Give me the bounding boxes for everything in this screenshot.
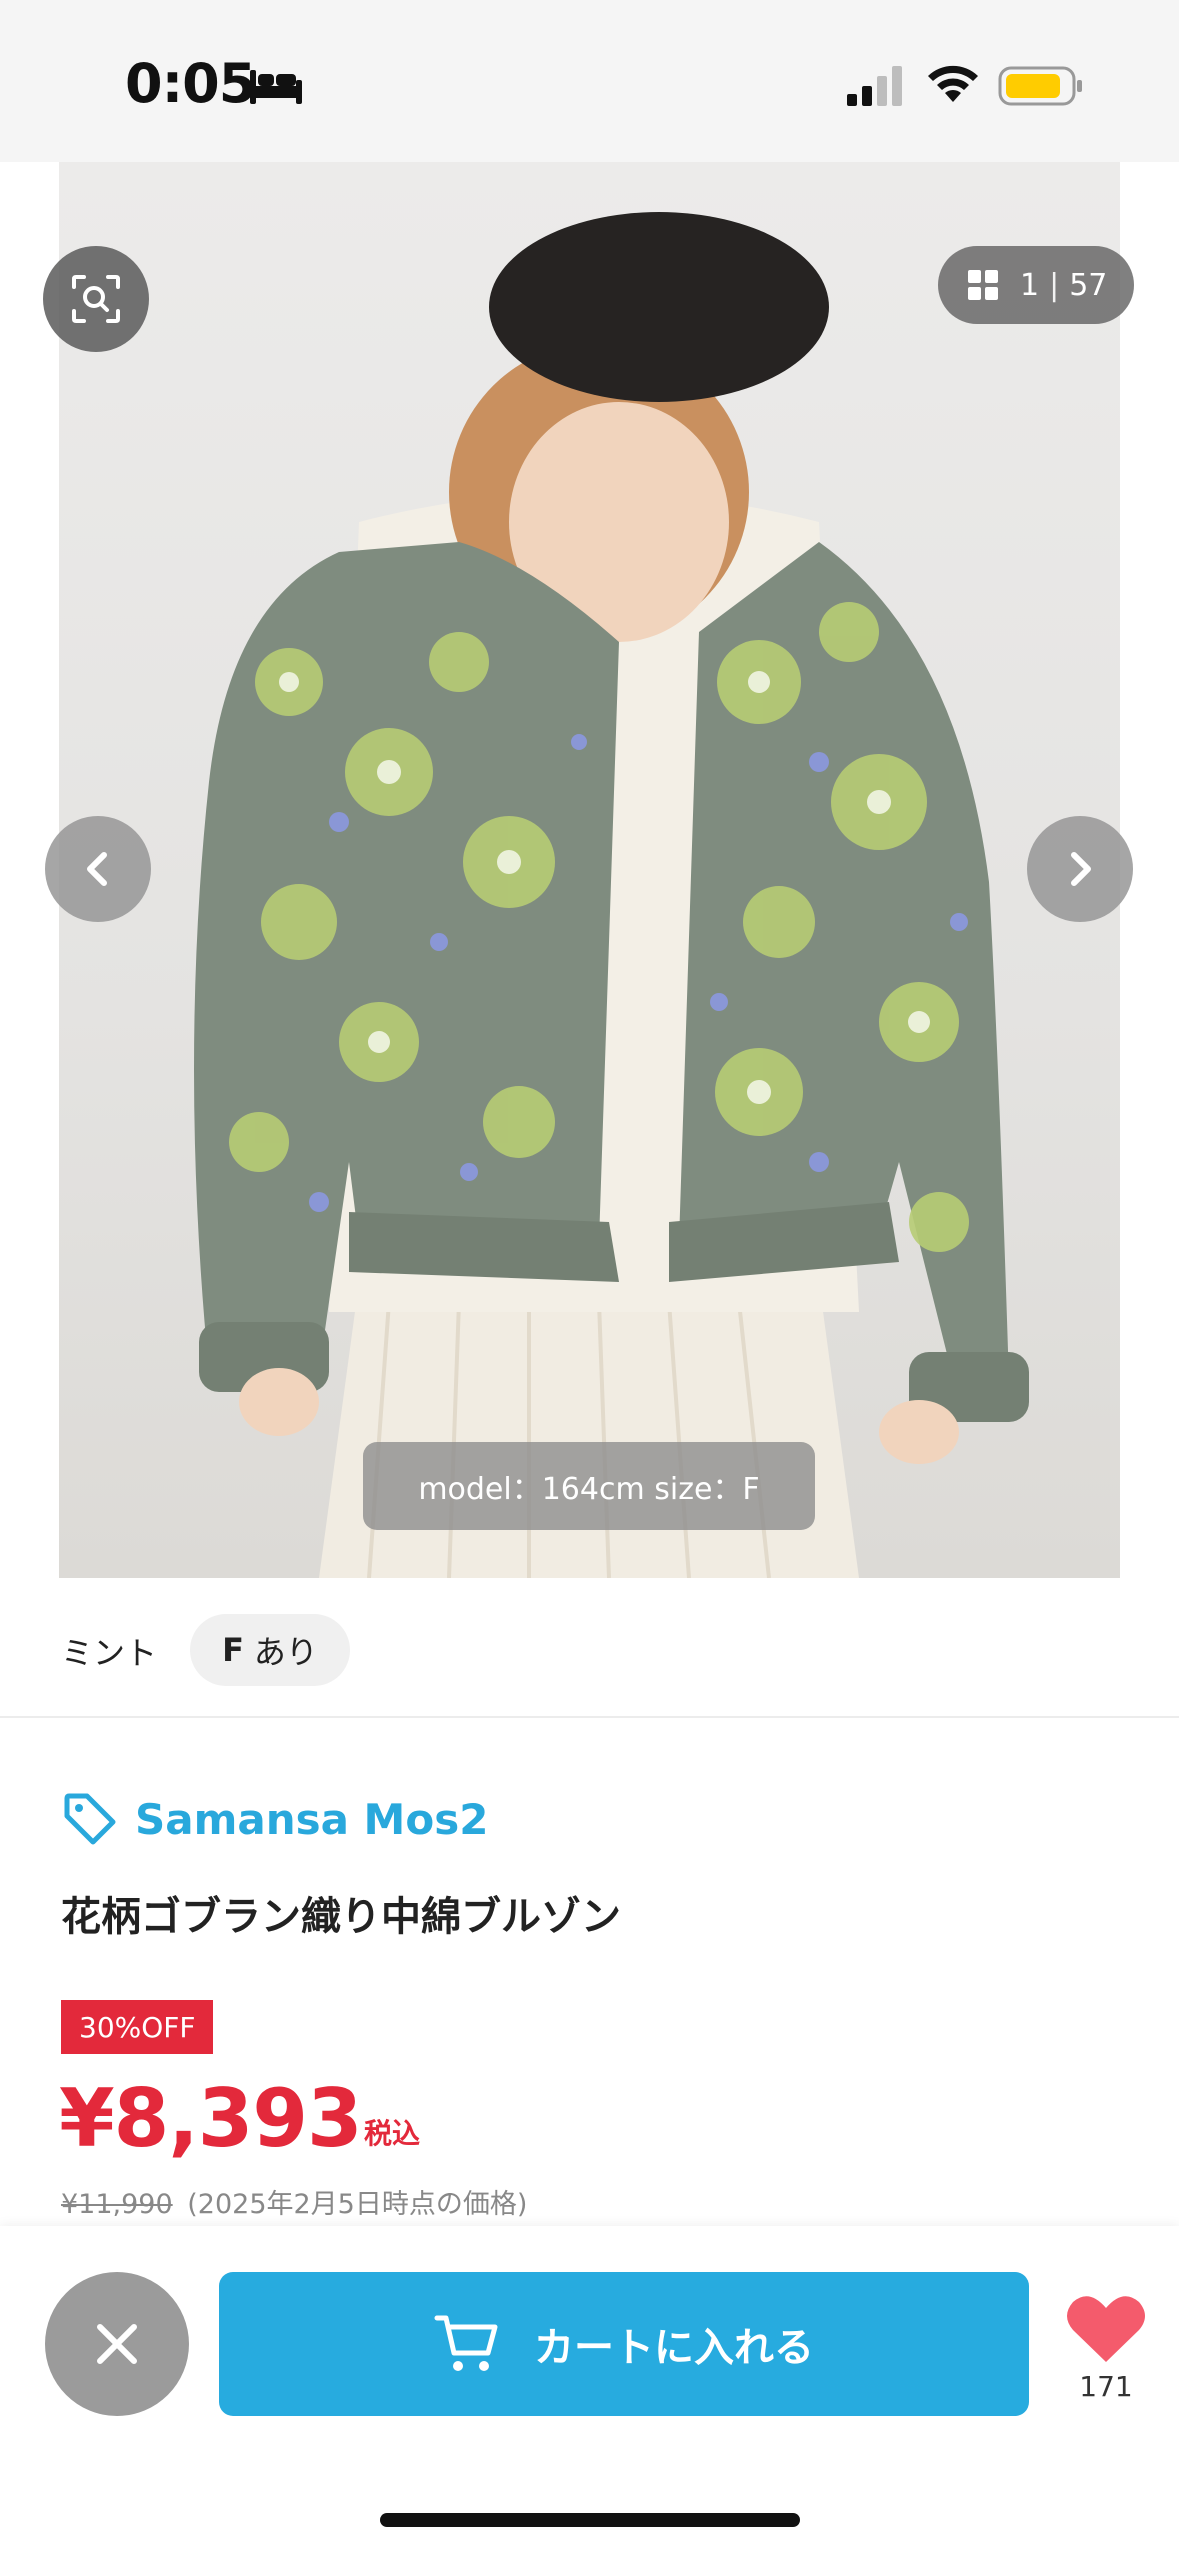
add-to-cart-label: カートに入れる <box>534 2325 814 2371</box>
product-photo[interactable] <box>59 162 1120 1578</box>
image-counter-total: 57 <box>1069 267 1108 303</box>
status-bar: 0:05 <box>0 0 1179 162</box>
next-image-button[interactable] <box>1027 816 1133 922</box>
image-counter[interactable]: 1 | 57 <box>938 246 1134 324</box>
status-time: 0:05 <box>125 52 256 115</box>
reference-price: ¥11,990 (2025年2月5日時点の価格) <box>61 2182 527 2221</box>
cellular-signal-icon <box>847 66 902 106</box>
bottom-action-bar: カートに入れる 171 <box>0 2226 1179 2556</box>
cart-icon <box>434 2315 498 2371</box>
bed-icon <box>250 70 302 104</box>
grid-icon <box>968 270 998 300</box>
model-size-caption: model：164cm size：F <box>363 1442 815 1530</box>
stock-status: あり <box>253 1633 318 1671</box>
product-image-gallery[interactable]: 1 | 57 model：164cm size：F <box>0 162 1179 1578</box>
image-search-button[interactable] <box>43 246 149 352</box>
chevron-left-icon <box>87 852 107 886</box>
home-indicator <box>380 2513 800 2527</box>
add-to-cart-button[interactable]: カートに入れる <box>219 2272 1029 2416</box>
tax-label: 税込 <box>364 2117 421 2150</box>
price-note: (2025年2月5日時点の価格) <box>187 2189 528 2220</box>
close-button[interactable] <box>45 2272 189 2416</box>
previous-image-button[interactable] <box>45 816 151 922</box>
color-name: ミント <box>61 1634 158 1672</box>
product-title: 花柄ゴブラン織り中綿ブルゾン <box>61 1894 621 1940</box>
variant-row: ミント F あり <box>0 1578 1179 1718</box>
close-icon <box>97 2324 137 2364</box>
heart-icon <box>1067 2296 1145 2362</box>
tag-icon <box>64 1793 116 1845</box>
image-counter-separator: | <box>1049 267 1060 303</box>
favorite-count: 171 <box>1079 2370 1133 2403</box>
size-chip[interactable]: F あり <box>190 1614 350 1686</box>
sale-price: ¥8,393 <box>59 2072 363 2165</box>
size-label: F <box>222 1631 244 1669</box>
battery-icon <box>998 66 1082 106</box>
brand-link[interactable]: Samansa Mos2 <box>61 1790 488 1848</box>
original-price: ¥11,990 <box>61 2189 173 2220</box>
brand-name: Samansa Mos2 <box>135 1794 489 1844</box>
discount-badge: 30%OFF <box>61 2000 214 2054</box>
favorite-button[interactable]: 171 <box>1060 2292 1152 2403</box>
chevron-right-icon <box>1071 852 1091 886</box>
image-counter-current: 1 <box>1020 267 1040 303</box>
wifi-icon <box>928 65 978 102</box>
image-search-icon <box>72 275 120 323</box>
